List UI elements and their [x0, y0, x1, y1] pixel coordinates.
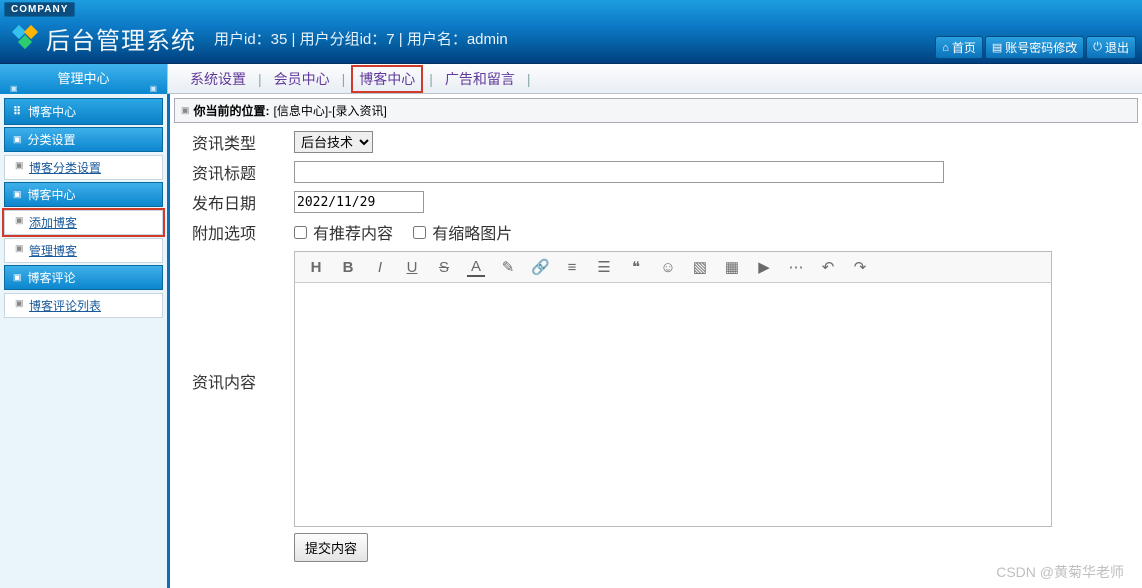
tool-redo-icon[interactable]: ↷ [851, 258, 869, 276]
checkbox-thumbnail-label[interactable]: 有缩略图片 [413, 220, 512, 244]
management-center-tab[interactable]: 管理中心 [0, 64, 168, 94]
tool-undo-icon[interactable]: ↶ [819, 258, 837, 276]
tool-more-icon[interactable]: ⋯ [787, 258, 805, 276]
crumb-path: [信息中心]-[录入资讯] [274, 102, 387, 119]
nav-system-settings[interactable]: 系统设置 [184, 66, 252, 92]
breadcrumb: 你当前的位置: [信息中心]-[录入资讯] [174, 98, 1138, 123]
nav-ads-messages[interactable]: 广告和留言 [439, 66, 521, 92]
change-password-button[interactable]: ▤账号密码修改 [985, 36, 1084, 59]
app-title: 后台管理系统 [46, 21, 196, 56]
tool-image-icon[interactable]: ▧ [691, 258, 709, 276]
user-info: 用户id：35 | 用户分组id：7 | 用户名：admin [214, 28, 508, 49]
sidebar-group-category[interactable]: 分类设置 [4, 127, 163, 152]
tool-video-icon[interactable]: ▶ [755, 258, 773, 276]
submit-button[interactable]: 提交内容 [294, 533, 368, 562]
form: 资讯类型 后台技术 资讯标题 发布日期 附 [174, 127, 1138, 564]
tool-textcolor-icon[interactable]: A [467, 258, 485, 277]
doc-icon: ▤ [992, 41, 1002, 54]
app-header: COMPANY 后台管理系统 用户id：35 | 用户分组id：7 | 用户名：… [0, 0, 1142, 64]
tool-table-icon[interactable]: ▦ [723, 258, 741, 276]
label-type: 资讯类型 [174, 130, 294, 154]
checkbox-recommend-label[interactable]: 有推荐内容 [294, 220, 393, 244]
label-date: 发布日期 [174, 190, 294, 214]
sidebar-item-blog-category[interactable]: 博客分类设置 [4, 155, 163, 180]
tool-italic-icon[interactable]: I [371, 259, 389, 276]
dots-icon: ⠿ [13, 105, 22, 118]
logout-button[interactable]: ⏻退出 [1086, 36, 1136, 59]
tool-link-icon[interactable]: 🔗 [531, 258, 549, 276]
editor-toolbar: H B I U S A ✎ 🔗 ≡ ☰ ❝ ☺ ▧ ▦ ▶ [294, 251, 1052, 283]
home-icon: ⌂ [942, 42, 949, 54]
tool-brush-icon[interactable]: ✎ [499, 258, 517, 276]
tool-bold-icon[interactable]: B [339, 259, 357, 276]
sidebar-group-blog[interactable]: 博客中心 [4, 182, 163, 207]
tool-list-ol-icon[interactable]: ≡ [563, 259, 581, 276]
power-icon: ⏻ [1093, 41, 1102, 54]
label-extra: 附加选项 [174, 220, 294, 244]
sidebar-item-comment-list[interactable]: 博客评论列表 [4, 293, 163, 318]
sidebar-item-manage-blog[interactable]: 管理博客 [4, 238, 163, 263]
sidebar-group-comments[interactable]: 博客评论 [4, 265, 163, 290]
sidebar: ⠿博客中心 分类设置 博客分类设置 博客中心 添加博客 管理博客 博客评论 博客… [0, 94, 170, 588]
label-title: 资讯标题 [174, 160, 294, 184]
tool-strike-icon[interactable]: S [435, 259, 453, 276]
tool-heading-icon[interactable]: H [307, 259, 325, 276]
company-tag: COMPANY [4, 2, 75, 17]
checkbox-thumbnail[interactable] [413, 226, 426, 239]
tool-list-ul-icon[interactable]: ☰ [595, 258, 613, 276]
editor-textarea[interactable] [294, 283, 1052, 527]
content-area: 你当前的位置: [信息中心]-[录入资讯] 资讯类型 后台技术 资讯标题 发布日 [170, 94, 1142, 588]
nav-blog-center[interactable]: 博客中心 [351, 65, 423, 93]
crumb-label: 你当前的位置: [194, 102, 270, 119]
select-type[interactable]: 后台技术 [294, 131, 373, 153]
home-button[interactable]: ⌂首页 [935, 36, 983, 59]
tool-quote-icon[interactable]: ❝ [627, 258, 645, 276]
sidebar-head: ⠿博客中心 [4, 98, 163, 125]
label-content: 资讯内容 [174, 249, 294, 393]
subnav: 管理中心 系统设置 | 会员中心 | 博客中心 | 广告和留言 | [0, 64, 1142, 94]
nav-member-center[interactable]: 会员中心 [268, 66, 336, 92]
checkbox-recommend[interactable] [294, 226, 307, 239]
input-date[interactable] [294, 191, 424, 213]
watermark: CSDN @黄菊华老师 [996, 562, 1124, 582]
tool-emoji-icon[interactable]: ☺ [659, 259, 677, 276]
sidebar-item-add-blog[interactable]: 添加博客 [4, 210, 163, 235]
app-logo-icon [10, 23, 40, 53]
tool-underline-icon[interactable]: U [403, 259, 421, 276]
input-title[interactable] [294, 161, 944, 183]
